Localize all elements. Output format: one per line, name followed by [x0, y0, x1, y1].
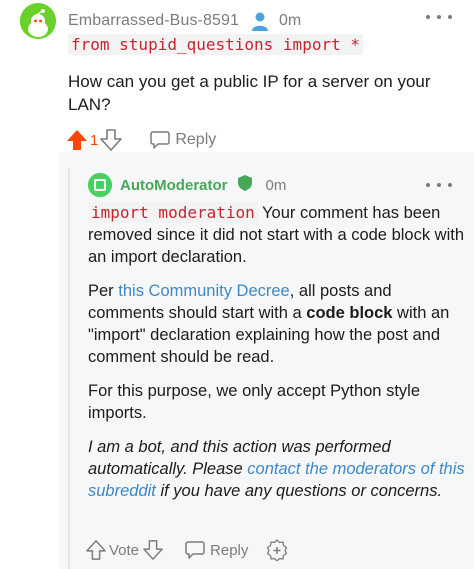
reply-icon	[185, 541, 205, 559]
paragraph-2-bold: code block	[306, 304, 393, 322]
reply-label: Reply	[175, 131, 217, 148]
moderator-username[interactable]: AutoModerator	[120, 177, 228, 194]
moderator-comment-body: import moderation Your comment has been …	[88, 202, 466, 514]
thread-line[interactable]	[68, 168, 70, 569]
comment-top: Embarrassed-Bus-8591 0m from stupid_ques…	[0, 0, 474, 152]
paragraph-4: I am a bot, and this action was performe…	[88, 436, 466, 502]
vote-label: Vote	[109, 541, 140, 559]
code-text: import moderation	[88, 202, 258, 223]
code-text: from stupid_questions import *	[68, 34, 363, 55]
comment-time: 0m	[278, 12, 302, 29]
automoderator-avatar[interactable]	[88, 173, 112, 197]
paragraph-1: import moderation Your comment has been …	[88, 202, 466, 268]
community-decree-link[interactable]: this Community Decree	[118, 282, 289, 300]
code-block: from stupid_questions import *	[68, 34, 363, 55]
username[interactable]: Embarrassed-Bus-8591	[68, 12, 239, 30]
downvote-icon[interactable]	[143, 540, 163, 560]
reply-label: Reply	[210, 541, 249, 559]
moderator-action-row: Vote Reply	[86, 538, 288, 562]
moderator-comment-time: 0m	[265, 176, 287, 194]
reply-button[interactable]: Reply	[150, 131, 216, 149]
paragraph-3: For this purpose, we only accept Python …	[88, 382, 420, 422]
more-icon[interactable]	[426, 8, 452, 26]
upvote-icon[interactable]	[66, 129, 88, 151]
comment-body: How can you get a public IP for a server…	[68, 72, 431, 114]
vote-count: 1	[90, 131, 99, 149]
comment-author-row: Embarrassed-Bus-8591 0m	[68, 10, 301, 32]
vote-row: 1 Reply	[66, 128, 216, 152]
upvote-icon[interactable]	[86, 540, 106, 560]
downvote-icon[interactable]	[100, 129, 123, 151]
moderator-shield-icon	[237, 174, 252, 196]
paragraph-2-text-a: Per	[88, 282, 119, 300]
reply-icon	[150, 131, 171, 149]
person-icon	[251, 11, 269, 31]
paragraph-4-text-b: if you have any questions or concerns.	[155, 482, 443, 500]
more-icon[interactable]	[426, 178, 452, 192]
paragraph-2: Per this Community Decree, all posts and…	[88, 280, 466, 368]
reply-button[interactable]: Reply	[185, 541, 248, 559]
snoo-avatar-icon[interactable]	[20, 3, 56, 39]
award-icon[interactable]	[266, 539, 288, 561]
moderator-comment-header: AutoModerator 0m	[88, 173, 287, 197]
